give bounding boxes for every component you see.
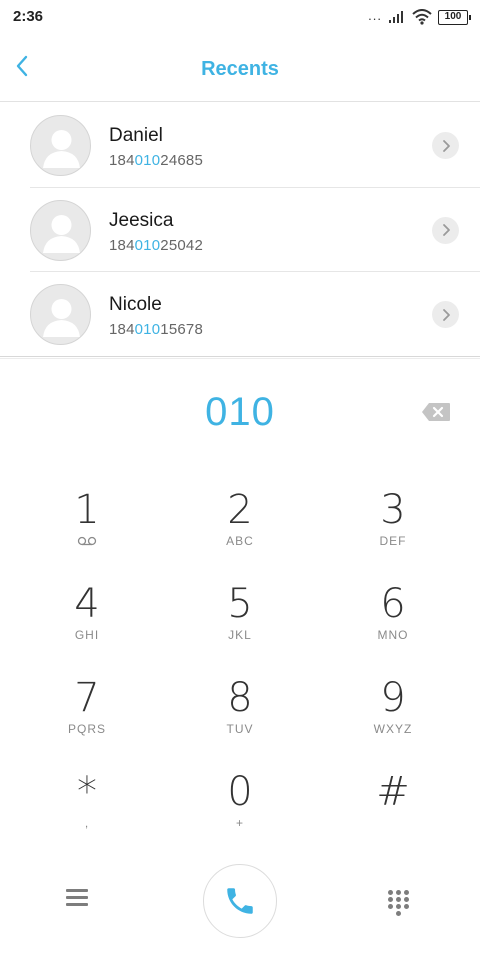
key-digit: 1: [74, 487, 100, 533]
status-icons: ... 100: [368, 7, 471, 27]
key-4[interactable]: 4 GHI: [27, 582, 147, 662]
contact-number: 18401024685: [109, 152, 203, 169]
avatar: [30, 115, 91, 176]
recents-list: Daniel 18401024685 Jeesica 18401025042 N…: [0, 103, 480, 357]
contact-number: 18401025042: [109, 236, 203, 254]
dialpad-toggle-button[interactable]: [386, 888, 414, 918]
dialed-number[interactable]: 010: [0, 390, 480, 435]
signal-icon: [389, 11, 403, 23]
section-divider: [0, 356, 480, 359]
key-digit: 9: [380, 675, 406, 721]
key-letters: ,: [84, 816, 90, 830]
avatar: [30, 199, 91, 261]
contact-row-nicole[interactable]: Nicole 18401015678: [0, 272, 480, 357]
key-digit: 7: [74, 675, 100, 721]
key-digit: 8: [227, 675, 253, 721]
key-letters: TUV: [226, 722, 254, 736]
key-digit: 5: [227, 581, 253, 627]
key-digit: 4: [74, 581, 100, 627]
key-1[interactable]: 1: [27, 488, 147, 568]
key-letters: ABC: [226, 534, 254, 548]
details-button[interactable]: [432, 132, 459, 159]
person-icon: [43, 214, 80, 253]
details-button[interactable]: [432, 216, 459, 244]
person-icon: [43, 299, 80, 337]
key-2[interactable]: 2 ABC: [180, 488, 300, 568]
key-5[interactable]: 5 JKL: [180, 582, 300, 662]
key-digit: 0: [227, 769, 253, 815]
key-letters: GHI: [74, 628, 100, 642]
contact-row-daniel[interactable]: Daniel 18401024685: [0, 103, 480, 188]
key-0[interactable]: 0 +: [180, 770, 300, 850]
status-bar: 2:36 ... 100: [0, 0, 480, 34]
phone-icon: [227, 888, 253, 914]
key-letters: DEF: [379, 534, 407, 548]
key-9[interactable]: 9 WXYZ: [333, 676, 453, 756]
status-time: 2:36: [13, 8, 44, 25]
key-digit: 2: [227, 487, 253, 533]
contact-name: Daniel: [109, 125, 163, 146]
voicemail-icon: [77, 536, 97, 546]
key-letters: +: [235, 816, 244, 830]
backspace-icon: [422, 403, 450, 421]
contact-name: Nicole: [109, 294, 162, 315]
key-6[interactable]: 6 MNO: [333, 582, 453, 662]
key-digit: 6: [380, 581, 406, 627]
key-7[interactable]: 7 PQRS: [27, 676, 147, 756]
key-hash[interactable]: #: [333, 770, 453, 850]
key-3[interactable]: 3 DEF: [333, 488, 453, 568]
chevron-right-icon: [442, 308, 450, 321]
backspace-button[interactable]: [420, 400, 452, 424]
menu-button[interactable]: [66, 889, 94, 913]
person-icon: [43, 130, 80, 168]
status-dots: ...: [368, 7, 382, 23]
chevron-right-icon: [442, 139, 450, 152]
key-letters: MNO: [377, 628, 409, 642]
contact-name: Jeesica: [109, 209, 174, 231]
contact-number: 18401015678: [109, 321, 203, 338]
key-letters: WXYZ: [373, 722, 413, 736]
details-button[interactable]: [432, 301, 459, 328]
key-digit: 3: [380, 487, 406, 533]
key-letters: JKL: [228, 628, 252, 642]
page-title: Recents: [201, 58, 279, 80]
key-digit: *: [77, 769, 97, 815]
wifi-icon: [412, 9, 432, 25]
contact-row-jeesica[interactable]: Jeesica 18401025042: [0, 188, 480, 272]
battery-icon: 100: [438, 9, 471, 25]
key-star[interactable]: * ,: [27, 770, 147, 850]
key-letters: PQRS: [67, 722, 106, 736]
header: Recents: [0, 34, 480, 102]
key-digit: #: [376, 769, 410, 815]
menu-icon: [66, 889, 94, 906]
chevron-right-icon: [442, 224, 450, 236]
avatar: [30, 284, 91, 345]
key-8[interactable]: 8 TUV: [180, 676, 300, 756]
call-button[interactable]: [203, 864, 277, 938]
